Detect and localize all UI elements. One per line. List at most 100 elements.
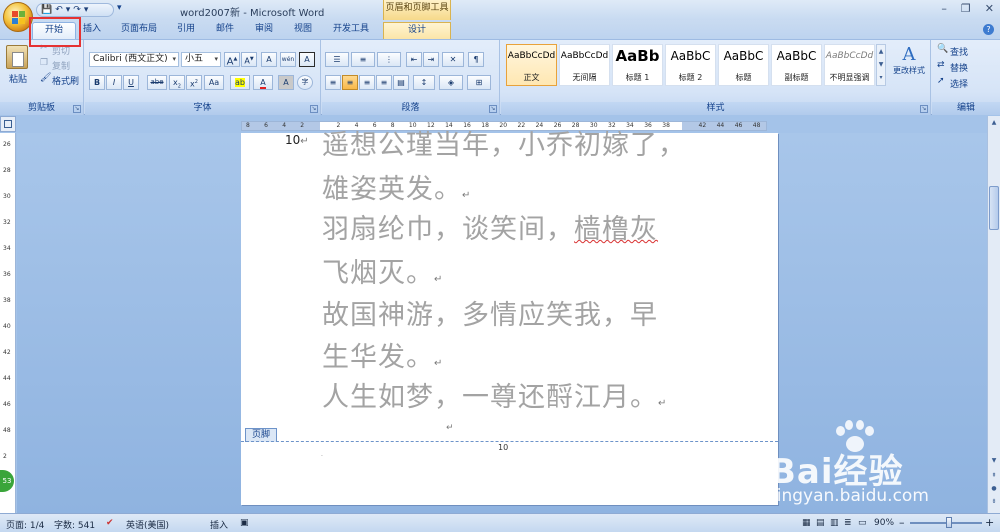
copy-button[interactable]: 复制 (52, 59, 70, 72)
tab-review[interactable]: 审阅 (250, 22, 278, 39)
strikethrough-button[interactable]: abe (147, 75, 167, 90)
clear-format-button[interactable]: A (261, 52, 277, 67)
paragraph-launcher-icon[interactable]: ↘ (489, 105, 497, 113)
redo-icon[interactable]: ↷ (73, 4, 81, 16)
font-launcher-icon[interactable]: ↘ (310, 105, 318, 113)
multilevel-list-button[interactable]: ⋮ (377, 52, 401, 67)
scroll-up-icon[interactable]: ▲ (989, 118, 999, 128)
tab-design[interactable]: 设计 (383, 22, 451, 39)
reading-layout-icon[interactable]: ▤ (816, 518, 825, 528)
replace-button[interactable]: 替换 (950, 61, 968, 74)
style-title[interactable]: AaBbC 标题 (718, 44, 769, 86)
insert-mode[interactable]: 插入 (210, 518, 228, 531)
outline-view-icon[interactable]: ≣ (844, 518, 852, 528)
word-count[interactable]: 字数: 541 (54, 518, 95, 531)
tab-view[interactable]: 视图 (289, 22, 317, 39)
numbering-button[interactable]: ≡ (351, 52, 375, 67)
document-page[interactable]: 10↵ 遥想公瑾当年，小乔初嫁了， 雄姿英发。↵ 羽扇纶巾，谈笑间，樯橹灰 飞烟… (241, 130, 778, 505)
close-icon[interactable]: ✕ (985, 2, 994, 15)
prev-page-icon[interactable]: ⇞ (989, 471, 999, 481)
increase-indent-button[interactable]: ⇥ (423, 52, 439, 67)
style-heading-2[interactable]: AaBbC 标题 2 (665, 44, 716, 86)
find-icon[interactable]: 🔍 (937, 44, 948, 54)
styles-scroll[interactable]: ▲ ▼ ▾ (876, 44, 886, 86)
tab-references[interactable]: 引用 (172, 22, 200, 39)
shading-button[interactable]: ◈ (439, 75, 463, 90)
customize-qat-icon[interactable]: ▾ (117, 3, 122, 13)
zoom-level[interactable]: 90% (874, 518, 894, 528)
macro-record-icon[interactable]: ▣ (240, 518, 249, 528)
spelling-error-mark[interactable]: 樯橹灰 (574, 214, 658, 245)
change-styles-button[interactable]: A 更改样式 (891, 44, 927, 86)
zoom-slider-thumb[interactable] (946, 517, 952, 528)
restore-icon[interactable]: ❐ (961, 2, 971, 15)
decrease-indent-button[interactable]: ⇤ (406, 52, 422, 67)
scroll-thumb[interactable] (989, 186, 999, 230)
style-no-spacing[interactable]: AaBbCcDd 无间隔 (559, 44, 610, 86)
font-size-select[interactable]: 小五 ▾ (181, 52, 221, 67)
find-button[interactable]: 查找 (950, 45, 968, 58)
show-marks-button[interactable]: ¶ (468, 52, 484, 67)
tab-insert[interactable]: 插入 (78, 22, 106, 39)
superscript-button[interactable]: x2 (186, 75, 202, 90)
zoom-in-icon[interactable]: + (985, 516, 994, 529)
select-button[interactable]: 选择 (950, 77, 968, 90)
zoom-slider[interactable] (910, 517, 982, 528)
sort-button[interactable]: ✕ (442, 52, 464, 67)
language-indicator[interactable]: 英语(美国) (126, 518, 169, 531)
next-page-icon[interactable]: ⇟ (989, 497, 999, 507)
page-count[interactable]: 页面: 1/4 (6, 518, 44, 531)
replace-icon[interactable]: ⇄ (937, 60, 945, 70)
phonetic-guide-button[interactable]: wén (280, 52, 296, 67)
clipboard-launcher-icon[interactable]: ↘ (73, 105, 81, 113)
align-right-button[interactable]: ≡ (359, 75, 375, 90)
enclose-char-button[interactable]: 字 (297, 75, 313, 90)
align-left-button[interactable]: ≡ (325, 75, 341, 90)
copy-icon[interactable]: ❐ (40, 58, 48, 68)
paste-icon[interactable] (6, 45, 28, 69)
format-painter-icon[interactable]: 🖌 (40, 73, 51, 83)
shrink-font-button[interactable]: A▼ (241, 52, 257, 67)
undo-icon[interactable]: ↶ (55, 4, 63, 16)
zoom-out-icon[interactable]: – (899, 516, 905, 529)
select-icon[interactable]: ➚ (937, 76, 945, 86)
line-spacing-button[interactable]: ↕ (413, 75, 435, 90)
redo-dropdown-icon[interactable]: ▾ (84, 4, 89, 16)
distributed-button[interactable]: ▤ (393, 75, 409, 90)
font-family-select[interactable]: Calibri (西文正文) ▾ (89, 52, 179, 67)
change-case-button[interactable]: Aa (204, 75, 224, 90)
font-color-button[interactable]: A (253, 75, 273, 90)
char-border-button[interactable]: A (299, 52, 315, 67)
ruler-toggle-button[interactable] (0, 116, 16, 132)
bold-button[interactable]: B (89, 75, 105, 90)
align-center-button[interactable]: ≡ (342, 75, 358, 90)
vertical-scrollbar[interactable]: ▲ ▼ ⇞ ● ⇟ (987, 116, 1000, 513)
browse-object-icon[interactable]: ● (989, 484, 999, 494)
tab-mailings[interactable]: 邮件 (211, 22, 239, 39)
char-shading-button[interactable]: A (278, 75, 294, 90)
highlight-button[interactable]: ab (230, 75, 250, 90)
grow-font-button[interactable]: A▲ (224, 52, 240, 67)
style-heading-1[interactable]: AaBb 标题 1 (612, 44, 663, 86)
styles-launcher-icon[interactable]: ↘ (920, 105, 928, 113)
style-normal[interactable]: AaBbCcDd 正文 (506, 44, 557, 86)
proofing-icon[interactable]: ✔ (106, 518, 114, 528)
tab-page-layout[interactable]: 页面布局 (112, 22, 166, 39)
justify-button[interactable]: ≡ (376, 75, 392, 90)
minimize-icon[interactable]: – (941, 2, 947, 15)
italic-button[interactable]: I (106, 75, 122, 90)
underline-button[interactable]: U (123, 75, 139, 90)
save-icon[interactable]: 💾 (41, 4, 52, 16)
web-layout-icon[interactable]: ▥ (830, 518, 839, 528)
style-subtitle[interactable]: AaBbC 副标题 (771, 44, 822, 86)
help-icon[interactable]: ? (983, 24, 994, 35)
vertical-ruler[interactable]: 26283032343638404244464824 (0, 133, 16, 513)
subscript-button[interactable]: x2 (169, 75, 185, 90)
undo-dropdown-icon[interactable]: ▾ (66, 4, 71, 16)
tab-developer[interactable]: 开发工具 (326, 22, 376, 39)
paste-button[interactable]: 粘贴 (9, 72, 27, 85)
print-layout-icon[interactable]: ▦ (802, 518, 811, 528)
draft-view-icon[interactable]: ▭ (858, 518, 867, 528)
borders-button[interactable]: ⊞ (467, 75, 491, 90)
style-subtle-emphasis[interactable]: AaBbCcDd 不明显强调 (824, 44, 875, 86)
